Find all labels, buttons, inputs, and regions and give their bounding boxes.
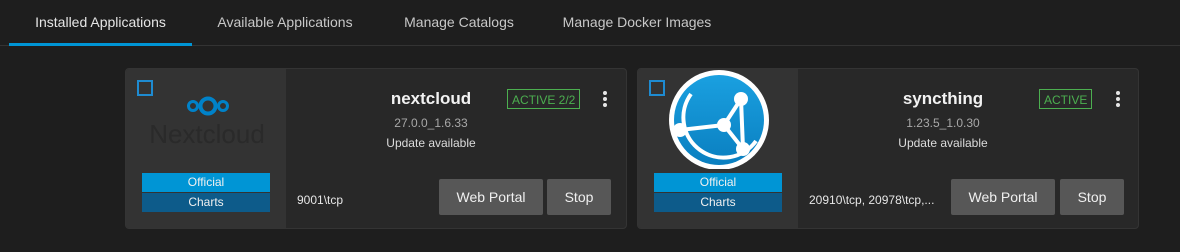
tab-available-applications[interactable]: Available Applications — [200, 0, 370, 46]
tab-manage-catalogs[interactable]: Manage Catalogs — [390, 0, 528, 46]
select-checkbox[interactable] — [649, 80, 665, 96]
web-portal-button[interactable]: Web Portal — [439, 179, 543, 215]
active-tab-indicator — [9, 43, 192, 46]
update-available-text: Update available — [898, 136, 988, 150]
status-badge: ACTIVE — [1039, 89, 1093, 109]
more-options-icon[interactable] — [1113, 91, 1123, 109]
ports-text: 20910\tcp, 20978\tcp,... — [809, 193, 935, 207]
app-card-nextcloud: Nextcloud Official Charts nextcloud 27.0… — [125, 68, 627, 229]
status-badge: ACTIVE 2/2 — [507, 89, 581, 109]
stop-button[interactable]: Stop — [547, 179, 611, 215]
app-name: nextcloud — [390, 89, 472, 108]
tab-bar: Installed Applications Available Applica… — [0, 0, 1180, 46]
update-available-text: Update available — [386, 136, 476, 150]
ports-text: 9001\tcp — [297, 193, 344, 207]
stop-button[interactable]: Stop — [1060, 179, 1124, 215]
tab-installed-applications[interactable]: Installed Applications — [9, 0, 192, 46]
tab-manage-docker-images[interactable]: Manage Docker Images — [548, 0, 726, 46]
web-portal-button[interactable]: Web Portal — [951, 179, 1055, 215]
charts-badge: Charts — [654, 193, 782, 212]
app-thumbnail: Nextcloud Official Charts — [126, 69, 286, 228]
more-options-icon[interactable] — [600, 91, 610, 109]
app-thumbnail: Official Charts — [638, 69, 798, 228]
official-badge: Official — [142, 173, 270, 192]
app-card-syncthing: Official Charts syncthing 1.23.5_1.0.30 … — [637, 68, 1139, 229]
badge-stack: Official Charts — [142, 173, 270, 212]
charts-badge: Charts — [142, 193, 270, 212]
app-version: 1.23.5_1.0.30 — [906, 116, 980, 130]
app-name: syncthing — [902, 89, 984, 108]
app-version: 27.0.0_1.6.33 — [394, 116, 468, 130]
official-badge: Official — [654, 173, 782, 192]
badge-stack: Official Charts — [654, 173, 782, 212]
nextcloud-wordmark: Nextcloud — [149, 119, 265, 149]
nextcloud-logo: Nextcloud — [149, 96, 265, 149]
